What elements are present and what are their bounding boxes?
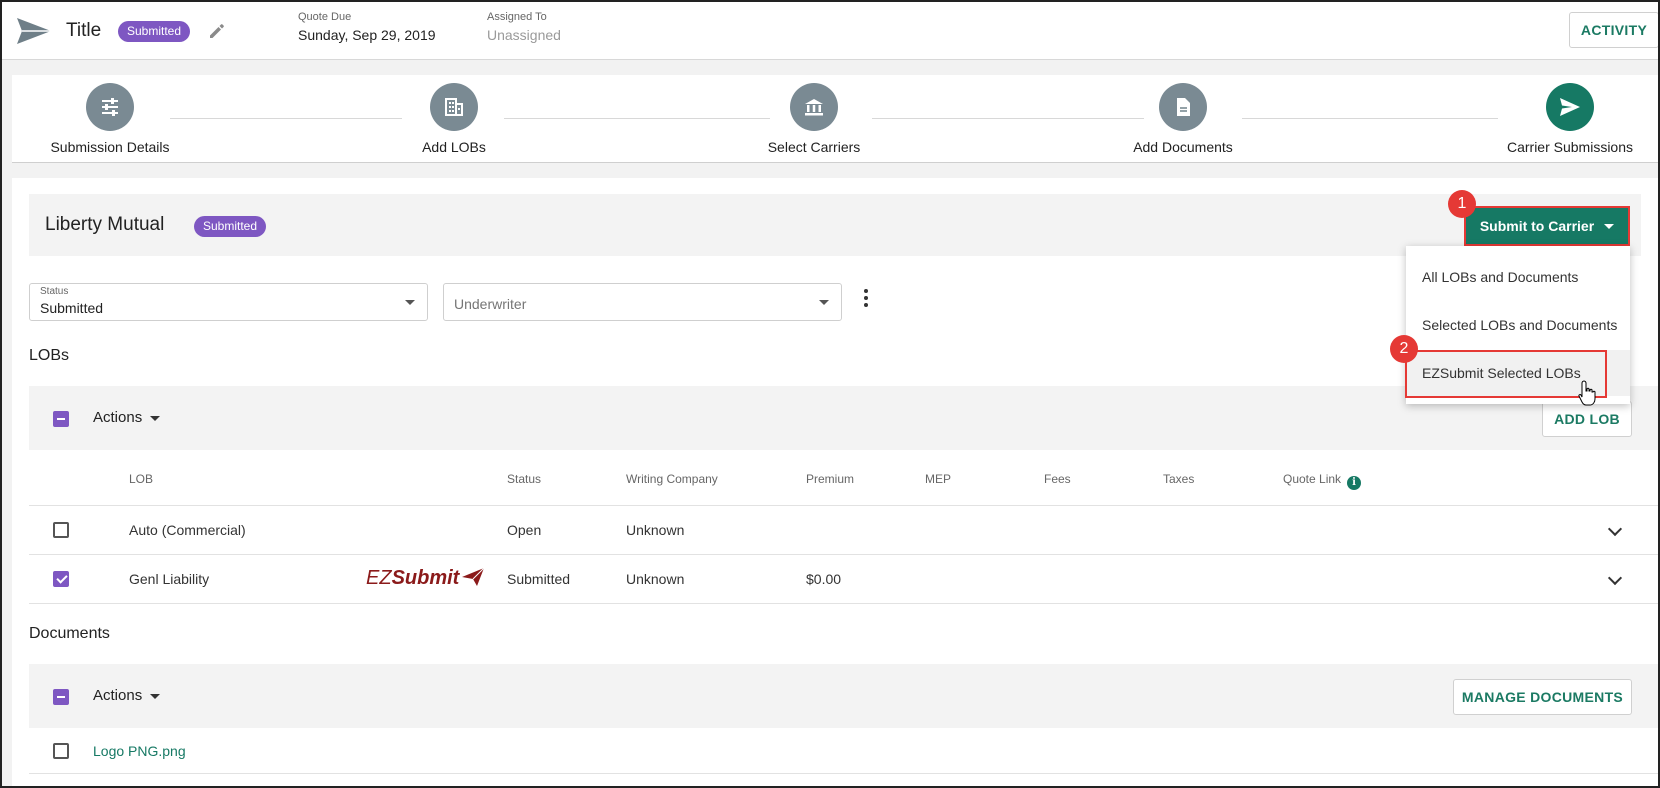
quote-due-label: Quote Due: [298, 11, 352, 23]
lobs-section-title: LOBs: [29, 347, 70, 364]
documents-section-title: Documents: [29, 625, 110, 642]
lob-status: Submitted: [507, 571, 571, 587]
submit-to-carrier-label: Submit to Carrier: [1479, 218, 1595, 234]
step-select-carriers[interactable]: Select Carriers: [724, 83, 904, 155]
carrier-name: Liberty Mutual: [45, 214, 165, 235]
documents-toolbar: Actions MANAGE DOCUMENTS: [29, 664, 1658, 728]
paper-plane-logo-icon: [17, 18, 51, 44]
more-options-icon[interactable]: [863, 289, 869, 309]
workflow-stepper: Submission Details Add LOBs Select Carri…: [12, 75, 1658, 163]
column-header-taxes: Taxes: [1163, 472, 1195, 486]
send-icon: [1546, 83, 1594, 131]
step-label: Add Documents: [1133, 139, 1233, 155]
lob-name: Genl Liability: [129, 571, 210, 587]
sliders-icon: [86, 83, 134, 131]
underwriter-placeholder: Underwriter: [454, 296, 527, 312]
step-label: Select Carriers: [767, 139, 861, 155]
lobs-actions-menu[interactable]: Actions: [93, 409, 161, 426]
caret-down-icon: [150, 415, 161, 421]
bank-icon: [790, 83, 838, 131]
carrier-status-badge: Submitted: [194, 216, 267, 237]
ezsubmit-logo-submit: Submit: [391, 567, 460, 589]
step-submission-details[interactable]: Submission Details: [20, 83, 200, 155]
column-header-writing-company: Writing Company: [626, 472, 718, 486]
row-checkbox[interactable]: [53, 571, 69, 587]
lob-writing-company: Unknown: [626, 522, 685, 538]
list-item: Logo PNG.png: [29, 728, 1658, 774]
quote-link-label: Quote Link: [1283, 472, 1342, 486]
column-header-status: Status: [507, 472, 542, 486]
page-title: Title: [66, 20, 102, 41]
step-label: Add LOBs: [422, 139, 486, 155]
select-all-lobs-checkbox[interactable]: [53, 411, 69, 427]
table-row: Genl Liability EZSubmit Submitted Unknow…: [29, 555, 1658, 604]
activity-button[interactable]: ACTIVITY: [1569, 12, 1659, 48]
actions-label: Actions: [93, 687, 143, 704]
caret-down-icon: [150, 693, 161, 699]
edit-pencil-icon[interactable]: [207, 21, 227, 41]
expand-chevron-icon[interactable]: [1607, 570, 1623, 586]
lob-status: Open: [507, 522, 542, 538]
step-marker-2: 2: [1390, 335, 1418, 363]
document-checkbox[interactable]: [53, 743, 69, 759]
submit-to-carrier-button[interactable]: Submit to Carrier: [1464, 206, 1630, 246]
select-all-documents-checkbox[interactable]: [53, 689, 69, 705]
assigned-to-value[interactable]: Unassigned: [487, 27, 561, 43]
status-badge: Submitted: [118, 21, 191, 42]
step-label: Carrier Submissions: [1506, 139, 1634, 155]
column-header-mep: MEP: [925, 472, 952, 486]
documents-actions-menu[interactable]: Actions: [93, 687, 161, 704]
step-carrier-submissions[interactable]: Carrier Submissions: [1480, 83, 1660, 155]
hand-cursor-icon: [1578, 380, 1596, 406]
lob-writing-company: Unknown: [626, 571, 685, 587]
step-label: Submission Details: [50, 139, 170, 155]
column-header-lob: LOB: [129, 472, 154, 486]
expand-chevron-icon[interactable]: [1607, 521, 1623, 537]
step-add-lobs[interactable]: Add LOBs: [364, 83, 544, 155]
chevron-down-icon: [1604, 223, 1615, 229]
menu-item-all-lobs-documents[interactable]: All LOBs and Documents: [1406, 254, 1630, 300]
top-header: Title Submitted Quote Due Sunday, Sep 29…: [2, 2, 1659, 60]
menu-item-selected-lobs-documents[interactable]: Selected LOBs and Documents: [1406, 302, 1630, 348]
column-header-quote-link: Quote Link i: [1283, 472, 1362, 490]
building-icon: [430, 83, 478, 131]
lobs-table-header: LOB Status Writing Company Premium MEP F…: [29, 452, 1658, 506]
step-add-documents[interactable]: Add Documents: [1093, 83, 1273, 155]
carrier-header: Liberty Mutual Submitted: [29, 194, 1641, 256]
status-select-value: Submitted: [40, 300, 104, 316]
manage-documents-button[interactable]: MANAGE DOCUMENTS: [1453, 679, 1632, 715]
caret-down-icon: [819, 300, 829, 305]
status-select[interactable]: Status Submitted: [29, 283, 428, 321]
column-header-fees: Fees: [1044, 472, 1071, 486]
quote-due-value: Sunday, Sep 29, 2019: [298, 27, 436, 43]
step-marker-1: 1: [1448, 190, 1476, 218]
row-checkbox[interactable]: [53, 522, 69, 538]
lob-name: Auto (Commercial): [129, 522, 246, 538]
step-connector: [1242, 118, 1498, 119]
submit-options-menu: All LOBs and Documents Selected LOBs and…: [1406, 246, 1630, 404]
lob-premium: $0.00: [806, 571, 842, 587]
actions-label: Actions: [93, 409, 143, 426]
status-select-label: Status: [40, 286, 69, 297]
caret-down-icon: [405, 300, 415, 305]
info-icon[interactable]: i: [1347, 476, 1362, 490]
ezsubmit-logo: EZSubmit: [366, 567, 459, 590]
document-icon: [1159, 83, 1207, 131]
add-lob-button[interactable]: ADD LOB: [1542, 401, 1632, 437]
ezsubmit-plane-icon: [462, 567, 485, 586]
column-header-premium: Premium: [806, 472, 855, 486]
menu-item-ezsubmit-selected-lobs[interactable]: EZSubmit Selected LOBs: [1406, 350, 1630, 396]
ezsubmit-logo-ez: EZ: [366, 567, 392, 589]
underwriter-select[interactable]: Underwriter: [443, 283, 842, 321]
assigned-to-label: Assigned To: [487, 11, 547, 23]
table-row: Auto (Commercial) Open Unknown: [29, 506, 1658, 555]
document-link[interactable]: Logo PNG.png: [93, 743, 186, 759]
